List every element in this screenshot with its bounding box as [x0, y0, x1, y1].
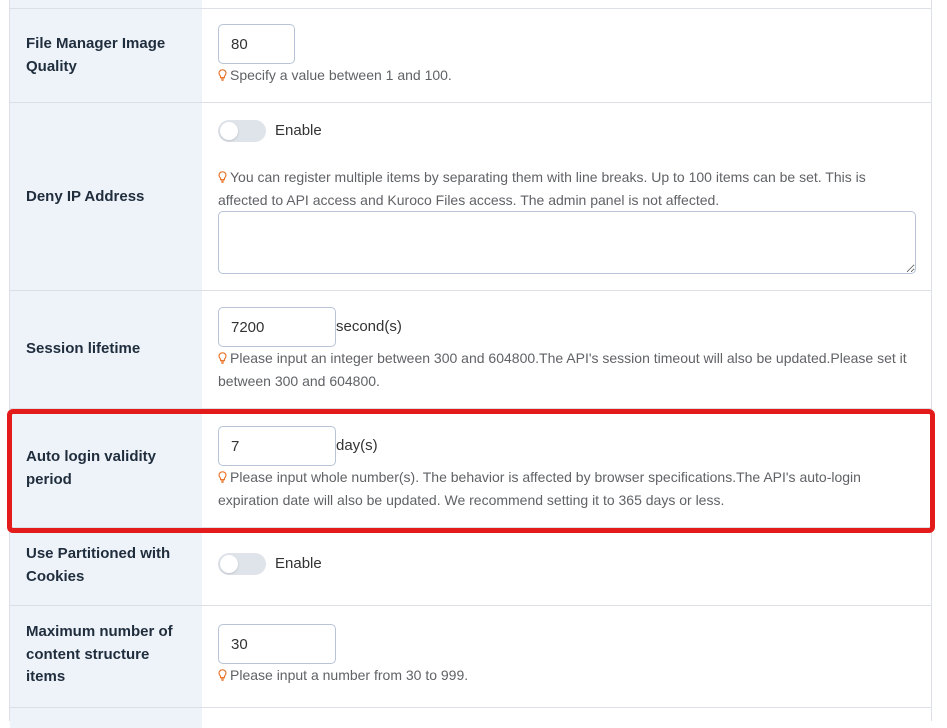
label-cell: File Manager Image Quality — [10, 9, 202, 102]
settings-row-deny-ip: Deny IP Address Enable You can register … — [10, 103, 931, 291]
label-cell: Session lifetime — [10, 291, 202, 408]
auto-login-label: Auto login validity period — [26, 448, 156, 488]
label-cell — [10, 708, 202, 728]
value-cell: Enable You can register multiple items b… — [202, 103, 931, 290]
value-cell: Please input a number from 30 to 999. — [202, 606, 931, 707]
image-quality-hint: Specify a value between 1 and 100. — [218, 64, 918, 87]
partitioned-cookies-label: Use Partitioned with Cookies — [26, 545, 171, 585]
lightbulb-icon — [218, 471, 227, 483]
lightbulb-icon — [218, 171, 227, 183]
lightbulb-icon — [218, 69, 227, 81]
label-cell — [10, 0, 202, 8]
settings-row-image-quality: File Manager Image Quality Specify a val… — [10, 9, 931, 103]
hint-text: Specify a value between 1 and 100. — [230, 67, 452, 83]
hint-text: You can register multiple items by separ… — [218, 169, 866, 208]
lightbulb-icon — [218, 669, 227, 681]
lightbulb-icon — [218, 352, 227, 364]
image-quality-input[interactable] — [218, 24, 295, 64]
partitioned-cookies-toggle[interactable] — [218, 553, 266, 575]
toggle-knob — [220, 122, 238, 140]
session-lifetime-label: Session lifetime — [26, 340, 141, 357]
max-content-structure-input[interactable] — [218, 624, 336, 664]
label-cell: Use Partitioned with Cookies — [10, 528, 202, 605]
auto-login-input[interactable] — [218, 426, 336, 466]
label-cell: Auto login validity period — [10, 409, 202, 527]
deny-ip-toggle[interactable] — [218, 120, 266, 142]
auto-login-unit: day(s) — [336, 437, 378, 454]
max-content-structure-label: Maximum number of content structure item… — [26, 623, 173, 685]
value-cell: day(s) Please input whole number(s). The… — [202, 409, 931, 527]
session-lifetime-unit: second(s) — [336, 318, 402, 335]
deny-ip-toggle-label: Enable — [275, 122, 322, 139]
settings-row-partitioned-cookies: Use Partitioned with Cookies Enable — [10, 528, 931, 606]
auto-login-hint: Please input whole number(s). The behavi… — [218, 466, 918, 511]
settings-table: File Manager Image Quality Specify a val… — [9, 0, 932, 728]
value-cell: second(s) Please input an integer betwee… — [202, 291, 931, 408]
deny-ip-hint: You can register multiple items by separ… — [218, 166, 918, 211]
deny-ip-label: Deny IP Address — [26, 188, 145, 205]
max-content-structure-hint: Please input a number from 30 to 999. — [218, 664, 918, 687]
image-quality-label: File Manager Image Quality — [26, 35, 166, 75]
deny-ip-textarea[interactable] — [218, 211, 916, 274]
hint-text: Please input a number from 30 to 999. — [230, 667, 469, 683]
value-cell: Specify a value between 1 and 100. — [202, 9, 931, 102]
settings-row-auto-login: Auto login validity period day(s) Please… — [10, 409, 931, 528]
partitioned-cookies-toggle-label: Enable — [275, 555, 322, 572]
session-lifetime-input[interactable] — [218, 307, 336, 347]
toggle-knob — [220, 555, 238, 573]
settings-row-partial-bottom — [10, 708, 931, 728]
hint-text: Please input whole number(s). The behavi… — [218, 469, 861, 508]
settings-row-max-content-structure: Maximum number of content structure item… — [10, 606, 931, 708]
label-cell: Deny IP Address — [10, 103, 202, 290]
value-cell: Enable — [202, 528, 931, 605]
label-cell: Maximum number of content structure item… — [10, 606, 202, 707]
settings-row-session-lifetime: Session lifetime second(s) Please input … — [10, 291, 931, 409]
settings-row-partial-top — [10, 0, 931, 9]
hint-text: Please input an integer between 300 and … — [218, 350, 907, 389]
session-lifetime-hint: Please input an integer between 300 and … — [218, 347, 918, 392]
